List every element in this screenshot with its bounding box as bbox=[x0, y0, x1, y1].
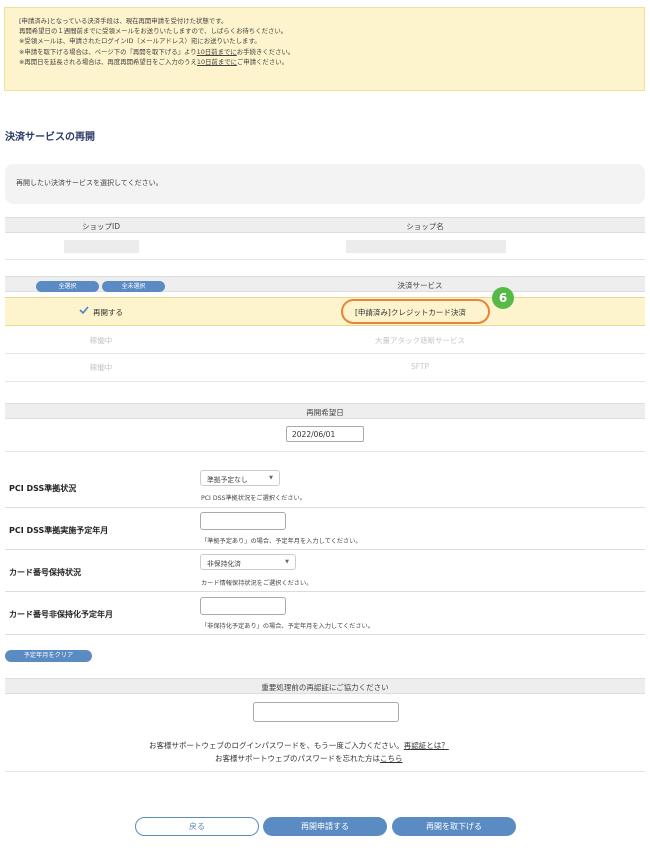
reauth-title: 重要処理前の再認証にご協力ください bbox=[261, 683, 389, 692]
shop-table-header: ショップID ショップ名 bbox=[5, 217, 645, 233]
column-shop-name: ショップ名 bbox=[406, 222, 444, 231]
restart-date-header: 再開希望日 bbox=[5, 403, 645, 419]
pci-status-row: PCI DSS準拠状況 準拠予定なし ▼ PCI DSS準拠状況をご選択ください… bbox=[5, 465, 645, 508]
shop-name-value bbox=[346, 240, 506, 253]
service-table-header: 決済サービス bbox=[5, 276, 645, 292]
card-date-row: カード番号非保持化予定年月 「非保持化予定あり」の場合、予定年月を入力してくださ… bbox=[5, 592, 645, 635]
service-row-disabled: 稼働中 大量アタック遮断サービス bbox=[5, 327, 645, 353]
notice-line: ※再開日を延長される場合は、再度再開希望日をご入力のうえ10日前までにご申請くだ… bbox=[19, 57, 288, 66]
column-shop-id: ショップID bbox=[82, 222, 120, 231]
apply-button[interactable]: 再開申請する bbox=[263, 817, 387, 836]
restart-date-input[interactable]: 2022/06/01 bbox=[286, 426, 364, 442]
withdraw-button[interactable]: 再開を取下げる bbox=[392, 817, 516, 836]
select-all-button[interactable]: 全選択 bbox=[36, 281, 99, 292]
service-row-disabled: 稼働中 SFTP bbox=[5, 354, 645, 380]
card-status-label: カード番号保持状況 bbox=[9, 568, 81, 577]
notice-box: [申請済み]となっている決済手段は、現在再開申請を受付けた状態です。 再開希望日… bbox=[4, 7, 645, 91]
back-button[interactable]: 戻る bbox=[135, 817, 259, 836]
pci-date-label: PCI DSS準拠実施予定年月 bbox=[9, 526, 109, 535]
forgot-password-line: お客様サポートウェブのパスワードを忘れた方はこちら bbox=[215, 754, 403, 763]
card-date-hint: 「非保持化予定あり」の場合、予定年月を入力してください。 bbox=[201, 623, 374, 630]
divider bbox=[5, 381, 645, 382]
notice-line: [申請済み]となっている決済手段は、現在再開申請を受付けた状態です。 bbox=[19, 17, 228, 25]
step-badge: 6 bbox=[492, 287, 514, 309]
checkmark-icon[interactable] bbox=[79, 305, 89, 315]
reauth-help-link[interactable]: 再認証とは？ bbox=[404, 741, 449, 750]
pci-status-value: 準拠予定なし bbox=[207, 476, 248, 484]
service-row-selected[interactable]: 再開する [申請済み]クレジットカード決済 bbox=[5, 297, 645, 326]
dropdown-arrow-icon: ▼ bbox=[285, 559, 289, 565]
pci-status-label: PCI DSS準拠状況 bbox=[9, 484, 77, 493]
card-status-hint: カード情報保持状況をご選択ください。 bbox=[201, 580, 313, 587]
page-title: 決済サービスの再開 bbox=[5, 132, 95, 143]
divider bbox=[5, 771, 645, 772]
reauth-header: 重要処理前の再認証にご協力ください bbox=[5, 678, 645, 694]
card-date-input[interactable] bbox=[200, 597, 286, 615]
card-status-value: 非保持化済 bbox=[207, 560, 241, 568]
service-name: 大量アタック遮断サービス bbox=[375, 336, 465, 345]
pci-date-row: PCI DSS準拠実施予定年月 「準拠予定あり」の場合、予定年月を入力してくださ… bbox=[5, 508, 645, 550]
notice-line: 再開希望日の１週間前までに受領メールをお送りいたしますので、しばらくお待ちくださ… bbox=[19, 27, 288, 36]
dropdown-arrow-icon: ▼ bbox=[269, 475, 273, 481]
pci-status-hint: PCI DSS準拠状況をご選択ください。 bbox=[201, 495, 306, 502]
restart-label: 再開する bbox=[93, 308, 123, 317]
password-input[interactable] bbox=[253, 702, 399, 722]
service-name: SFTP bbox=[410, 362, 430, 371]
instruction-box: 再開したい決済サービスを選択してください。 bbox=[5, 164, 645, 204]
card-status-select[interactable]: 非保持化済 ▼ bbox=[200, 554, 296, 570]
forgot-password-link[interactable]: こちら bbox=[380, 754, 403, 763]
deselect-all-button[interactable]: 全未選択 bbox=[102, 281, 165, 292]
notice-line: ※申請を取下げる場合は、ページ下の『再開を取下げる』より10日前までにお手続きく… bbox=[19, 47, 295, 56]
divider bbox=[5, 451, 645, 452]
shop-id-value bbox=[64, 240, 139, 253]
reauth-instruction: お客様サポートウェブのログインパスワードを、もう一度ご入力ください。再認証とは？ bbox=[149, 741, 449, 750]
card-date-label: カード番号非保持化予定年月 bbox=[9, 610, 113, 619]
service-status: 稼働中 bbox=[89, 336, 113, 345]
restart-date-title: 再開希望日 bbox=[306, 408, 344, 417]
pci-date-hint: 「準拠予定あり」の場合、予定年月を入力してください。 bbox=[201, 538, 362, 545]
pci-status-select[interactable]: 準拠予定なし ▼ bbox=[200, 470, 280, 486]
highlight-ring bbox=[341, 299, 490, 324]
column-service: 決済サービス bbox=[397, 281, 443, 290]
divider bbox=[5, 259, 645, 260]
service-status: 稼働中 bbox=[89, 363, 113, 372]
notice-line: ※受領メールは、申請されたログインID（メールアドレス）宛にお送りいたします。 bbox=[19, 37, 261, 46]
card-status-row: カード番号保持状況 非保持化済 ▼ カード情報保持状況をご選択ください。 bbox=[5, 550, 645, 592]
pci-date-input[interactable] bbox=[200, 512, 286, 530]
clear-dates-button[interactable]: 予定年月をクリア bbox=[5, 650, 92, 662]
